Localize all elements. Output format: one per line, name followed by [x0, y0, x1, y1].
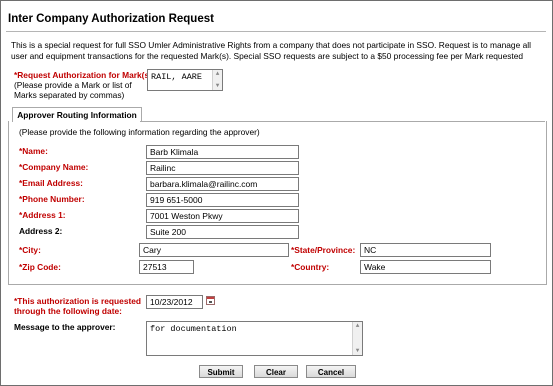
company-label: *Company Name:	[19, 162, 89, 172]
address1-label: *Address 1:	[19, 210, 66, 220]
name-label: *Name:	[19, 146, 48, 156]
company-field[interactable]: Railinc	[146, 161, 299, 175]
tab-divider	[140, 121, 545, 122]
date-label: *This authorization is requested through…	[14, 296, 142, 316]
marks-label: *Request Authorization for Mark(s):	[14, 70, 155, 80]
message-input-value: for documentation	[150, 324, 237, 334]
message-scrollbar[interactable]: ▲ ▼	[352, 322, 362, 355]
zip-label: *Zip Code:	[19, 262, 61, 272]
title-divider	[6, 31, 546, 32]
page-title: Inter Company Authorization Request	[8, 13, 214, 25]
marks-scrollbar[interactable]: ▲ ▼	[212, 70, 222, 90]
message-label: Message to the approver:	[14, 322, 116, 332]
marks-hint: (Please provide a Mark or list of Marks …	[14, 80, 132, 100]
scroll-up-icon[interactable]: ▲	[353, 322, 362, 330]
city-label: *City:	[19, 245, 41, 255]
scroll-down-icon[interactable]: ▼	[353, 347, 362, 355]
city-field[interactable]: Cary	[139, 243, 289, 257]
phone-field[interactable]: 919 651-5000	[146, 193, 299, 207]
scroll-up-icon[interactable]: ▲	[213, 70, 222, 78]
message-input[interactable]: for documentation ▲ ▼	[146, 321, 363, 356]
intro-text: This is a special request for full SSO U…	[11, 40, 531, 61]
email-field[interactable]: barbara.klimala@railinc.com	[146, 177, 299, 191]
name-field[interactable]: Barb Klimala	[146, 145, 299, 159]
zip-field[interactable]: 27513	[139, 260, 194, 274]
address2-label: Address 2:	[19, 226, 63, 236]
email-label: *Email Address:	[19, 178, 83, 188]
country-field[interactable]: Wake	[360, 260, 491, 274]
address1-field[interactable]: 7001 Weston Pkwy	[146, 209, 299, 223]
calendar-icon[interactable]	[206, 296, 215, 305]
address2-field[interactable]: Suite 200	[146, 225, 299, 239]
cancel-button[interactable]: Cancel	[306, 365, 356, 378]
country-label: *Country:	[291, 262, 330, 272]
approver-instruction: (Please provide the following informatio…	[19, 127, 260, 137]
submit-button[interactable]: Submit	[199, 365, 243, 378]
clear-button[interactable]: Clear	[254, 365, 298, 378]
phone-label: *Phone Number:	[19, 194, 85, 204]
state-label: *State/Province:	[291, 245, 356, 255]
state-field[interactable]: NC	[360, 243, 491, 257]
tab-approver-routing[interactable]: Approver Routing Information	[12, 107, 142, 122]
date-field[interactable]: 10/23/2012	[146, 295, 203, 309]
marks-input[interactable]: RAIL, AARE ▲ ▼	[147, 69, 223, 91]
marks-input-value: RAIL, AARE	[151, 72, 203, 82]
scroll-down-icon[interactable]: ▼	[213, 82, 222, 90]
